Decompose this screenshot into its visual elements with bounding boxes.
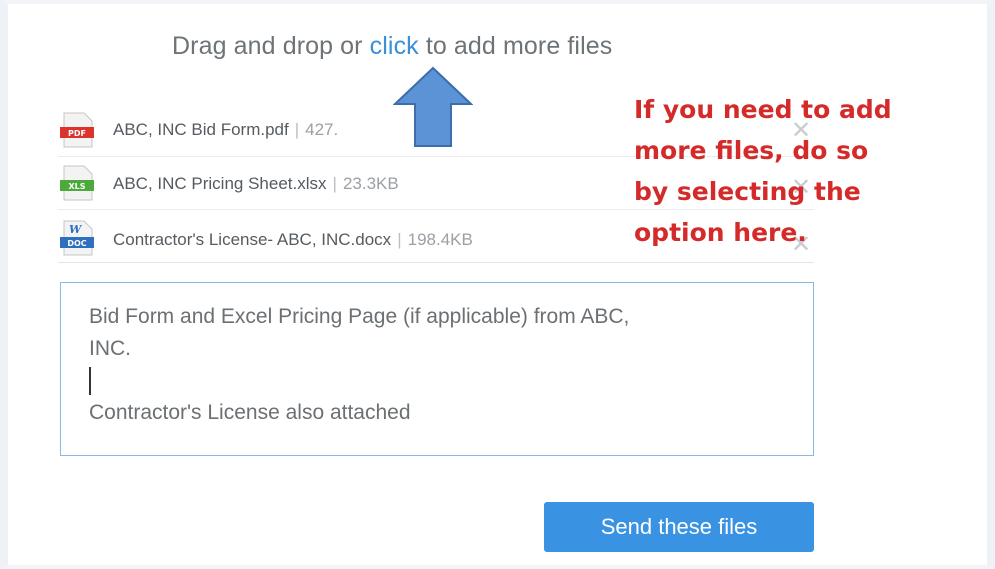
help-annotation: If you need to add more files, do so by … [634,89,934,253]
message-textarea[interactable]: Bid Form and Excel Pricing Page (if appl… [60,282,814,456]
doc-file-icon: W DOC [60,220,94,256]
file-name-text: Contractor's License- ABC, INC.docx [113,230,392,249]
annotation-line: more files, do so [634,136,869,165]
upload-panel: Drag and drop or click to add more files… [0,0,995,569]
dropzone-text-after: to add more files [425,32,613,60]
file-size: 23.3KB [342,174,399,193]
file-separator: | [332,174,337,193]
annotation-line: If you need to add [634,95,892,124]
file-name: ABC, INC Pricing Sheet.xlsx | 23.3KB [113,174,399,194]
text-caret [89,367,91,396]
annotation-line: by selecting the [634,177,861,206]
doc-badge: DOC [67,239,86,248]
dropzone-text-before: Drag and drop or [172,32,363,60]
file-name-text: ABC, INC Pricing Sheet.xlsx [113,174,327,193]
file-name: ABC, INC Bid Form.pdf | 427. [113,120,338,140]
doc-badge-letter: W [69,223,83,236]
file-separator: | [294,120,300,139]
message-line: INC. [89,337,131,360]
pdf-badge: PDF [68,129,86,138]
annotation-line: option here. [634,218,807,247]
xls-badge: XLS [68,182,85,191]
file-name: Contractor's License- ABC, INC.docx | 198.… [113,230,473,250]
pdf-file-icon: PDF [60,112,94,148]
file-size: 198.4KB [407,230,473,249]
message-line: Bid Form and Excel Pricing Page (if appl… [89,305,630,328]
file-separator: | [397,230,402,249]
xls-file-icon: XLS [60,165,94,201]
message-caret-line [89,365,785,397]
send-files-button[interactable]: Send these files [544,502,814,552]
add-files-link[interactable]: click [370,32,419,60]
dropzone-text[interactable]: Drag and drop or click to add more files [172,32,612,61]
file-size: 427. [305,120,339,139]
file-name-text: ABC, INC Bid Form.pdf [113,120,289,139]
message-line: Contractor's License also attached [89,401,411,424]
